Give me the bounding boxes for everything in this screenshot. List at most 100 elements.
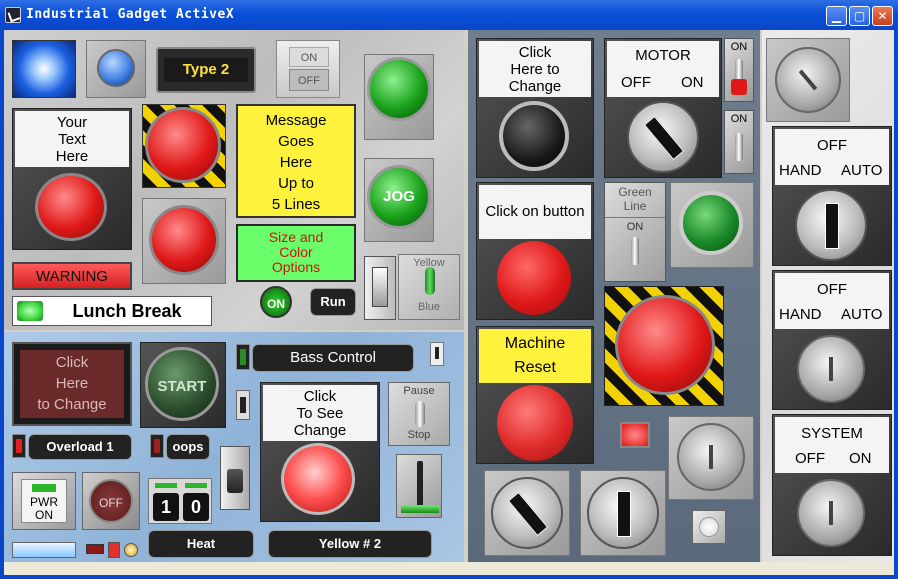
digit-counter[interactable]: 1 0 [148,478,212,524]
click-change-black-button[interactable] [499,101,569,171]
key-switch-mid[interactable] [677,423,745,491]
hand-auto-selector-1[interactable] [795,189,867,261]
minimize-button[interactable]: ▁ [826,6,847,26]
bass-control-display[interactable]: Bass Control [252,344,414,372]
system-key-switch[interactable] [797,479,865,547]
motor-on-toggle-2[interactable]: ON [724,110,754,174]
your-text-button-tile: Your Text Here [12,108,132,250]
mini-switch-top[interactable] [430,342,444,366]
pause-stop-toggle[interactable]: Pause Stop [388,382,450,446]
click-change-button-tile: Click Here to Change [476,38,594,178]
your-text-red-button[interactable] [35,173,107,241]
slide-switch[interactable] [220,446,250,510]
slider-thumb[interactable] [401,505,439,513]
message-display[interactable]: Message Goes Here Up to 5 Lines [236,104,356,218]
your-text-label: Your Text Here [15,111,129,167]
blue-light-beacon[interactable] [12,40,76,98]
close-button[interactable]: ✕ [872,6,893,26]
message-line1: Message [265,112,327,129]
click-see-red-button[interactable] [281,443,355,515]
lunch-break-text: Lunch Break [72,301,182,321]
vertical-slider[interactable] [396,454,442,518]
green-line-toggle[interactable]: Green Line ON [604,182,666,282]
click-on-red-button[interactable] [497,241,571,315]
lunch-break-display[interactable]: Lunch Break [12,296,212,326]
small-red-switch[interactable] [108,542,120,558]
system-label: SYSTEM OFF ON [775,417,889,473]
toggle-blue-label: Blue [417,301,441,313]
maximize-button[interactable]: ▢ [849,6,870,26]
click-see-line2: To See [296,405,344,422]
pwr-on-button[interactable]: PWR ON [21,479,67,523]
yellow2-display[interactable]: Yellow # 2 [268,530,432,558]
start-button[interactable]: START [145,347,219,421]
click-here-button[interactable]: Click Here to Change [20,350,124,418]
key-switch-top[interactable] [775,47,841,113]
green-button-2[interactable] [679,191,743,255]
hand-auto-selector-2-tile: OFF HAND AUTO [772,270,892,410]
message-line3: Here [279,154,313,171]
red-pushbutton[interactable] [149,205,219,275]
digit-2: 0 [183,493,209,521]
off-button[interactable]: OFF [89,479,133,523]
green-button-2-tile [670,182,754,268]
system-key-switch-tile: SYSTEM OFF ON [772,414,892,556]
type2-text: Type 2 [164,58,248,82]
white-lamp[interactable] [699,517,719,537]
selector-bottom-1[interactable] [491,477,563,549]
motor-on-toggle-1[interactable]: ON [724,38,754,102]
motor-selector-switch[interactable] [627,101,699,173]
type2-display[interactable]: Type 2 [156,47,256,93]
pwr-on-button-frame: PWR ON [12,472,76,530]
yellow-blue-toggle[interactable]: Yellow Blue [398,254,460,320]
toggle1-red-cap [731,79,747,95]
on-off-rocker-switch[interactable]: ON OFF [276,40,340,98]
on-green-indicator[interactable]: ON [260,286,292,318]
vertical-rocker-switch[interactable] [364,256,396,320]
mini-switch-mid[interactable] [236,390,250,420]
digit-led-1 [155,483,177,488]
hand-auto-1-auto: AUTO [841,162,883,179]
key-switch-top-tile [766,38,850,122]
green-line-label: Green Line [605,185,665,213]
emergency-stop-button[interactable] [615,295,715,395]
warning-indicator[interactable]: WARNING [12,262,132,290]
heat-display[interactable]: Heat [148,530,254,558]
green-pushbutton[interactable] [367,57,431,121]
toggle2-on-label: ON [730,113,748,125]
jog-button-tile: JOG [364,158,434,242]
selector-bottom-2[interactable] [587,477,659,549]
emergency-stop-tile [604,286,724,406]
click-here-button-frame: Click Here to Change [12,342,132,426]
selector-bottom-1-tile [484,470,570,556]
size-color-line3: Options [271,259,321,275]
system-off: OFF [795,450,825,467]
system-on: ON [849,450,872,467]
click-change-line3: Change [508,78,562,95]
pause-lever [415,401,425,427]
message-line5: 5 Lines [271,196,321,213]
status-bar [4,562,894,575]
hand-auto-key-switch-2[interactable] [797,335,865,403]
red-square-indicator [620,422,650,448]
blue-pilot-light[interactable] [86,40,146,98]
white-lamp-tile [692,510,726,544]
run-button[interactable]: Run [310,288,356,316]
app-icon[interactable] [5,7,21,23]
hazard-stop-button[interactable] [145,107,221,183]
click-on-button-label: Click on button [479,185,591,239]
oops-display[interactable]: oops [166,434,210,460]
machine-reset-line1: Machine [504,335,566,352]
overload-display[interactable]: Overload 1 [28,434,132,460]
machine-reset-button[interactable] [497,385,573,461]
size-color-display[interactable]: Size and Color Options [236,224,356,282]
jog-button[interactable]: JOG [367,165,431,229]
hand-auto-2-off: OFF [817,281,847,298]
hand-auto-selector-1-tile: OFF HAND AUTO [772,126,892,266]
off-button-frame: OFF [82,472,140,530]
click-change-line2: Here to [510,61,560,78]
hand-auto-1-off: OFF [817,137,847,154]
hand-auto-1-hand: HAND [779,162,822,179]
digit-1: 1 [153,493,179,521]
hand-auto-2-auto: AUTO [841,306,883,323]
